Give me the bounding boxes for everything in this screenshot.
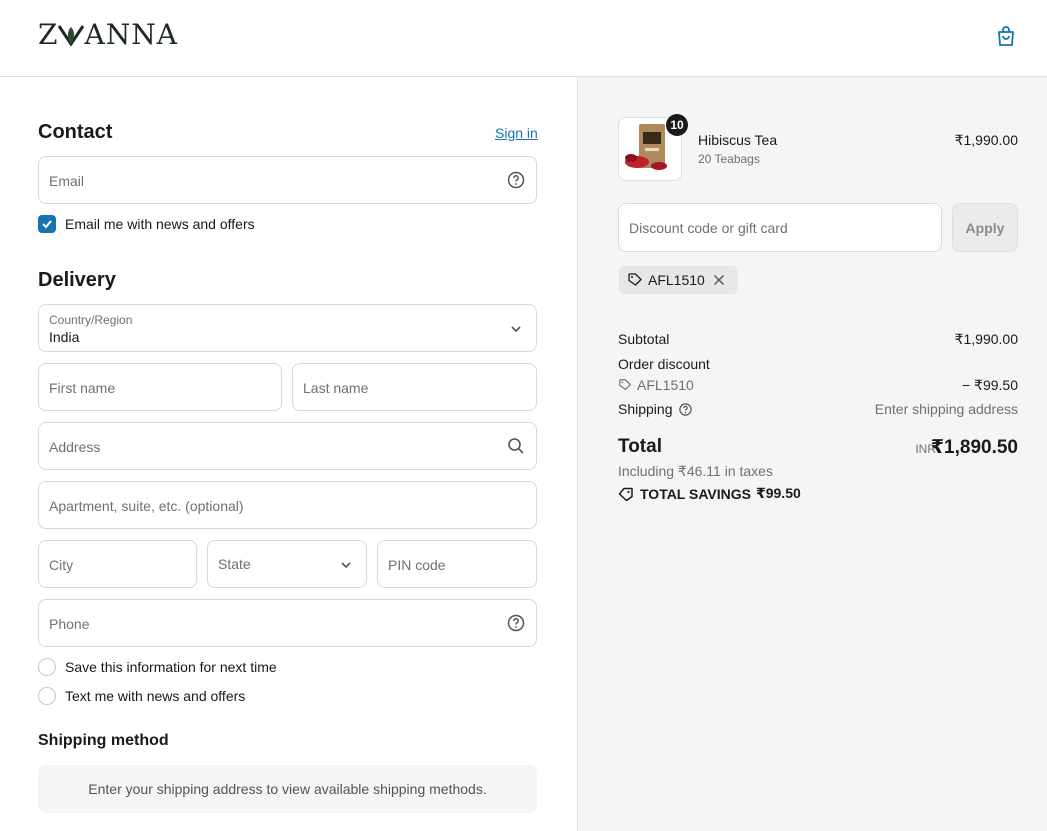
help-icon[interactable] xyxy=(506,613,526,633)
country-value: India xyxy=(49,329,80,345)
discount-code-cell: AFL1510 xyxy=(618,377,694,393)
pin-placeholder: PIN code xyxy=(388,557,446,573)
email-placeholder: Email xyxy=(49,173,85,189)
apartment-field[interactable]: Apartment, suite, etc. (optional) xyxy=(38,481,537,529)
shipping-method-heading: Shipping method xyxy=(38,732,169,749)
logo-text-left: Z xyxy=(38,18,59,51)
shipping-row: Shipping Enter shipping address xyxy=(618,401,1018,417)
email-news-checkbox-row[interactable]: Email me with news and offers xyxy=(38,215,255,233)
discount-placeholder: Discount code or gift card xyxy=(629,220,788,236)
checkout-form: Contact Sign in Email Email me with news… xyxy=(0,77,578,831)
discount-code-row: AFL1510 − ₹99.50 xyxy=(618,377,1018,395)
email-news-label: Email me with news and offers xyxy=(65,216,255,232)
email-field[interactable]: Email xyxy=(38,156,537,204)
shipping-method-message: Enter your shipping address to view avai… xyxy=(88,781,487,797)
leaf-logo-icon xyxy=(58,25,85,47)
address-field[interactable]: Address xyxy=(38,422,537,470)
checkmark-icon xyxy=(42,220,52,229)
sign-in-link[interactable]: Sign in xyxy=(495,125,538,141)
product-price: ₹1,990.00 xyxy=(954,132,1018,148)
country-label: Country/Region xyxy=(49,313,133,327)
close-icon[interactable] xyxy=(713,274,725,286)
shipping-label: Shipping xyxy=(618,401,673,417)
subtotal-value: ₹1,990.00 xyxy=(954,331,1018,347)
shopping-bag-icon[interactable] xyxy=(994,24,1018,48)
save-info-label: Save this information for next time xyxy=(65,659,277,675)
apply-button[interactable]: Apply xyxy=(952,203,1018,252)
header: Z ANNA xyxy=(0,0,1047,77)
apartment-placeholder: Apartment, suite, etc. (optional) xyxy=(49,498,244,514)
email-news-checkbox[interactable] xyxy=(38,215,56,233)
discount-code-input[interactable]: Discount code or gift card xyxy=(618,203,942,252)
address-placeholder: Address xyxy=(49,439,101,455)
order-summary: 10 Hibiscus Tea 20 Teabags ₹1,990.00 Dis… xyxy=(578,77,1047,831)
product-name: Hibiscus Tea xyxy=(698,132,778,148)
savings-label: TOTAL SAVINGS xyxy=(640,485,751,502)
shipping-method-box: Enter your shipping address to view avai… xyxy=(38,765,537,813)
search-icon xyxy=(508,438,524,454)
tag-icon xyxy=(628,273,642,286)
first-name-field[interactable]: First name xyxy=(38,363,282,411)
total-value: ₹1,890.50 xyxy=(930,437,1018,458)
last-name-placeholder: Last name xyxy=(303,380,369,396)
taxes-text: Including ₹46.11 in taxes xyxy=(618,463,773,479)
order-discount-label: Order discount xyxy=(618,356,710,372)
chevron-down-icon xyxy=(511,326,521,333)
total-label: Total xyxy=(618,436,662,457)
savings-value: ₹99.50 xyxy=(755,485,801,501)
order-discount-row: Order discount xyxy=(618,356,1018,372)
tag-icon xyxy=(619,379,631,390)
subtotal-label: Subtotal xyxy=(618,331,670,347)
text-offers-label: Text me with news and offers xyxy=(65,688,246,704)
pin-code-field[interactable]: PIN code xyxy=(377,540,537,588)
state-select[interactable]: State xyxy=(207,540,367,588)
shipping-label-cell: Shipping xyxy=(618,401,693,417)
last-name-field[interactable]: Last name xyxy=(292,363,537,411)
subtotal-row: Subtotal ₹1,990.00 xyxy=(618,331,1018,347)
help-icon[interactable] xyxy=(678,402,693,417)
discount-code-text: AFL1510 xyxy=(637,377,694,393)
phone-placeholder: Phone xyxy=(49,616,90,632)
product-variant: 20 Teabags xyxy=(698,152,760,166)
discount-value: − ₹99.50 xyxy=(961,377,1018,393)
country-select[interactable]: Country/Region India xyxy=(38,304,537,352)
applied-discount-tag: AFL1510 xyxy=(619,266,738,294)
contact-heading: Contact xyxy=(38,121,113,143)
help-icon[interactable] xyxy=(506,170,526,190)
text-offers-checkbox[interactable] xyxy=(38,687,56,705)
state-placeholder: State xyxy=(218,556,251,572)
quantity-badge: 10 xyxy=(666,114,688,136)
city-field[interactable]: City xyxy=(38,540,197,588)
total-savings: TOTAL SAVINGS ₹99.50 xyxy=(618,485,801,502)
savings-tag-icon xyxy=(618,487,633,501)
save-info-row[interactable]: Save this information for next time xyxy=(38,658,277,676)
delivery-heading: Delivery xyxy=(38,269,116,291)
shipping-value: Enter shipping address xyxy=(874,401,1018,417)
save-info-checkbox[interactable] xyxy=(38,658,56,676)
phone-field[interactable]: Phone xyxy=(38,599,537,647)
brand-logo[interactable]: Z ANNA xyxy=(38,18,178,51)
text-offers-row[interactable]: Text me with news and offers xyxy=(38,687,245,705)
first-name-placeholder: First name xyxy=(49,380,116,396)
chevron-down-icon xyxy=(341,562,351,569)
city-placeholder: City xyxy=(49,557,74,573)
logo-text-right: ANNA xyxy=(84,18,178,51)
applied-code: AFL1510 xyxy=(648,272,705,288)
